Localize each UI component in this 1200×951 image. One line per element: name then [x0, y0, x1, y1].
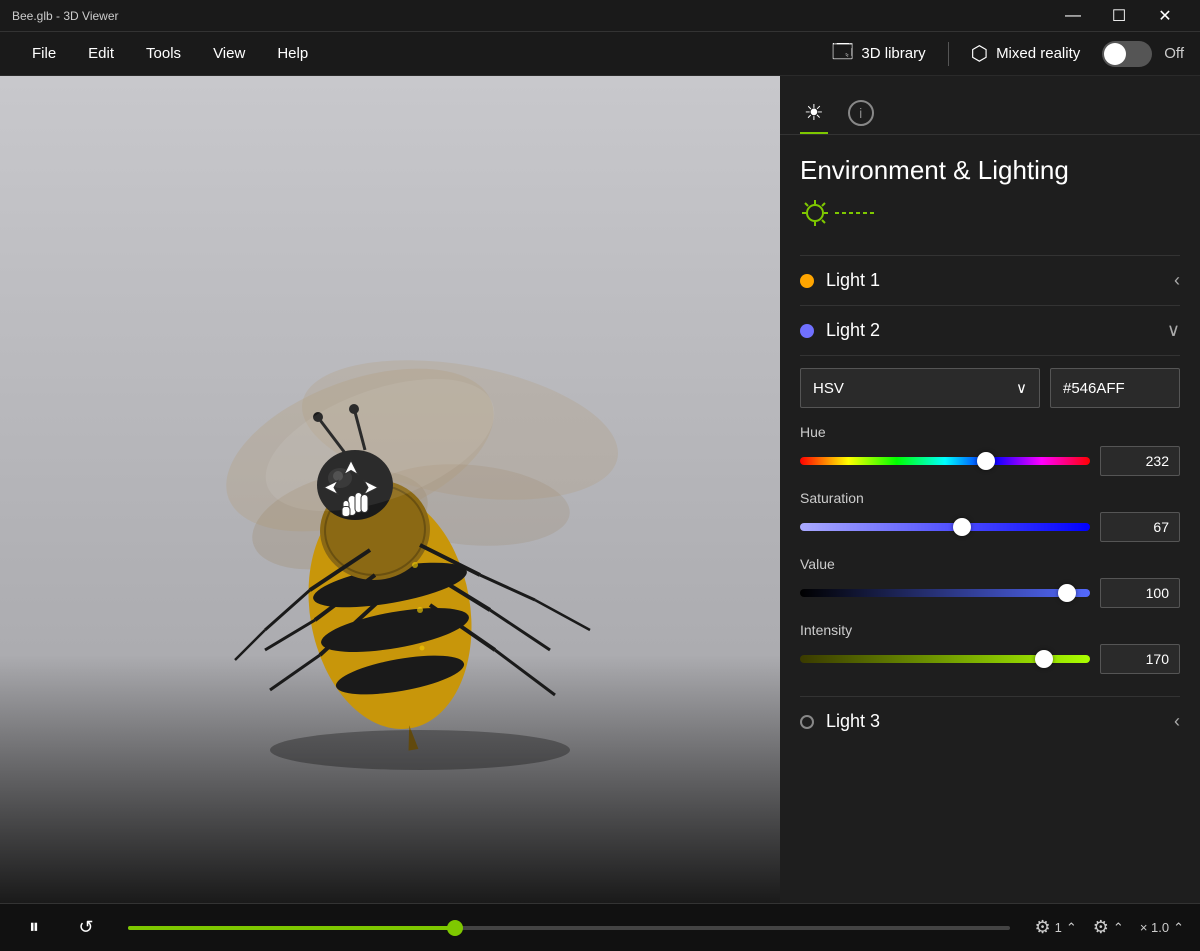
- panel-tabs: ☀ i: [780, 76, 1200, 135]
- light-1-left: Light 1: [800, 270, 880, 291]
- light-1-item[interactable]: Light 1 ‹: [800, 255, 1180, 305]
- color-mode-chevron: ∨: [1016, 379, 1027, 397]
- light-1-dot: [800, 274, 814, 288]
- light-1-chevron[interactable]: ‹: [1174, 270, 1180, 291]
- menu-view[interactable]: View: [197, 37, 261, 70]
- light-3-item[interactable]: Light 3 ‹: [800, 696, 1180, 746]
- sun-icon: ☀: [804, 100, 824, 125]
- bottom-bar: ⏸ ↺ ⚙ 1 ⌃ ⚙ ⌃ × 1.0 ⌃: [0, 903, 1200, 951]
- fps-chevron[interactable]: ⌃: [1066, 920, 1077, 936]
- color-mode-label: HSV: [813, 380, 844, 397]
- speed-label: × 1.0: [1140, 920, 1169, 935]
- intensity-label: Intensity: [800, 622, 1180, 638]
- panel-content: Environment & Lighting: [780, 135, 1200, 903]
- mixed-reality-label: Mixed reality: [996, 45, 1080, 62]
- pause-button[interactable]: ⏸: [16, 910, 52, 946]
- menu-edit[interactable]: Edit: [72, 37, 130, 70]
- playback-quality[interactable]: ⚙ ⌃: [1093, 917, 1124, 938]
- speed-chevron[interactable]: ⌃: [1173, 920, 1184, 936]
- window-title: Bee.glb - 3D Viewer: [12, 9, 119, 23]
- light-2-chevron[interactable]: ∨: [1167, 320, 1180, 341]
- color-mode-select[interactable]: HSV ∨: [800, 368, 1040, 408]
- menu-bar: File Edit Tools View Help 🗔 3D library ⬡…: [0, 32, 1200, 76]
- light-2-item[interactable]: Light 2 ∨: [800, 305, 1180, 355]
- light-1-label: Light 1: [826, 270, 880, 291]
- color-hex-input[interactable]: [1050, 368, 1180, 408]
- maximize-button[interactable]: ☐: [1096, 0, 1142, 32]
- saturation-label: Saturation: [800, 490, 1180, 506]
- color-mode-row: HSV ∨: [800, 368, 1180, 408]
- intensity-track[interactable]: [800, 655, 1090, 663]
- light-2-controls: HSV ∨ Hue 232 S: [800, 355, 1180, 696]
- minimize-button[interactable]: —: [1050, 0, 1096, 32]
- light-3-dot: [800, 715, 814, 729]
- hue-slider-row: Hue 232: [800, 424, 1180, 476]
- 3d-library-label: 3D library: [861, 45, 925, 62]
- value-slider-container: 100: [800, 578, 1180, 608]
- value-value[interactable]: 100: [1100, 578, 1180, 608]
- intensity-slider-row: Intensity 170: [800, 622, 1180, 674]
- info-tab[interactable]: i: [844, 92, 878, 134]
- close-button[interactable]: ✕: [1142, 0, 1188, 32]
- value-track[interactable]: [800, 589, 1090, 597]
- fps-control[interactable]: ⚙ 1 ⌃: [1034, 917, 1076, 938]
- value-label: Value: [800, 556, 1180, 572]
- light-3-chevron[interactable]: ‹: [1174, 711, 1180, 732]
- main-content: ☀ i Environment & Lighting: [0, 76, 1200, 903]
- 3d-library-button[interactable]: 🗔 3D library: [822, 33, 936, 75]
- menu-tools[interactable]: Tools: [130, 37, 197, 70]
- light-2-dot: [800, 324, 814, 338]
- panel-title: Environment & Lighting: [800, 155, 1180, 186]
- info-icon: i: [848, 100, 874, 126]
- value-slider-row: Value 100: [800, 556, 1180, 608]
- menu-file[interactable]: File: [16, 37, 72, 70]
- saturation-value[interactable]: 67: [1100, 512, 1180, 542]
- hue-slider-container: 232: [800, 446, 1180, 476]
- right-panel: ☀ i Environment & Lighting: [780, 76, 1200, 903]
- progress-fill: [128, 926, 455, 930]
- light-3-left: Light 3: [800, 711, 880, 732]
- intensity-slider-container: 170: [800, 644, 1180, 674]
- 3d-library-icon: 🗔: [832, 37, 854, 71]
- light-2-left: Light 2: [800, 320, 880, 341]
- viewport[interactable]: [0, 76, 780, 903]
- toggle-state-label: Off: [1164, 45, 1184, 62]
- quality-icon: ⚙: [1093, 917, 1109, 938]
- menu-separator: [948, 42, 949, 66]
- intensity-thumb[interactable]: [1035, 650, 1053, 668]
- light-3-label: Light 3: [826, 711, 880, 732]
- progress-bar[interactable]: [128, 926, 1010, 930]
- window-controls: — ☐ ✕: [1050, 0, 1188, 32]
- speed-control[interactable]: × 1.0 ⌃: [1140, 920, 1184, 936]
- title-bar: Bee.glb - 3D Viewer — ☐ ✕: [0, 0, 1200, 32]
- intensity-value[interactable]: 170: [1100, 644, 1180, 674]
- value-thumb[interactable]: [1058, 584, 1076, 602]
- fps-label: 1: [1055, 920, 1062, 935]
- saturation-slider-container: 67: [800, 512, 1180, 542]
- reset-button[interactable]: ↺: [68, 910, 104, 946]
- bee-svg: [80, 290, 700, 790]
- fps-icon: ⚙: [1034, 917, 1050, 938]
- saturation-thumb[interactable]: [953, 518, 971, 536]
- mixed-reality-button[interactable]: ⬡ Mixed reality: [961, 37, 1091, 70]
- light-2-label: Light 2: [826, 320, 880, 341]
- menu-help[interactable]: Help: [261, 37, 324, 70]
- mixed-reality-toggle[interactable]: [1102, 41, 1152, 67]
- lighting-decoration: [800, 198, 1180, 235]
- menu-right: 🗔 3D library ⬡ Mixed reality Off: [822, 33, 1184, 75]
- quality-chevron-up[interactable]: ⌃: [1113, 920, 1124, 936]
- toggle-knob: [1104, 43, 1126, 65]
- hue-value[interactable]: 232: [1100, 446, 1180, 476]
- bottom-right: ⚙ 1 ⌃ ⚙ ⌃ × 1.0 ⌃: [1034, 917, 1184, 938]
- progress-thumb[interactable]: [447, 920, 463, 936]
- environment-tab[interactable]: ☀: [800, 92, 828, 134]
- bee-model: [80, 290, 700, 790]
- mixed-reality-icon: ⬡: [971, 41, 988, 66]
- hue-thumb[interactable]: [977, 452, 995, 470]
- hue-label: Hue: [800, 424, 1180, 440]
- hue-track[interactable]: [800, 457, 1090, 465]
- saturation-track[interactable]: [800, 523, 1090, 531]
- saturation-slider-row: Saturation 67: [800, 490, 1180, 542]
